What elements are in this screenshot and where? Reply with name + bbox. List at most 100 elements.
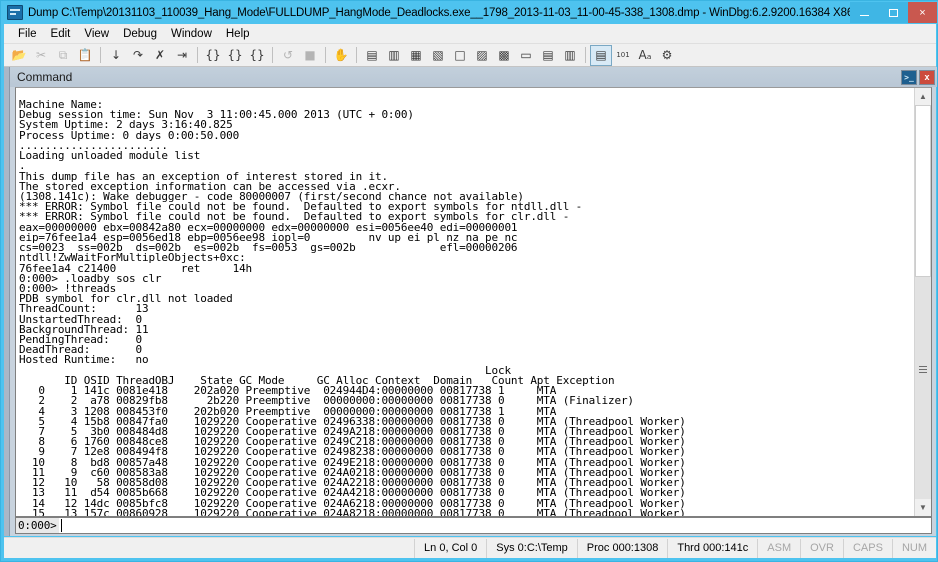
status-cell-ovr: OVR xyxy=(800,538,843,558)
menu-item-window[interactable]: Window xyxy=(164,26,219,42)
menu-item-view[interactable]: View xyxy=(77,26,116,42)
calls-window-icon[interactable]: ▨ xyxy=(471,45,493,66)
command-window-title-bar: Command >_ x xyxy=(10,67,937,87)
step-over-icon[interactable]: ↷ xyxy=(127,45,149,66)
console-vertical-scrollbar[interactable]: ▲ ▼ xyxy=(914,88,931,516)
command-window: Command >_ x Machine Name: Debug session… xyxy=(9,67,937,536)
source-mode-icon[interactable]: ▤ xyxy=(590,44,612,66)
toolbar-separator xyxy=(100,47,101,63)
status-cell-ln-0-col-0: Ln 0, Col 0 xyxy=(414,538,486,558)
step-over-icon-glyph: ↷ xyxy=(132,48,144,62)
copy-icon-glyph: ⧉ xyxy=(58,48,68,62)
menu-bar: File Edit View Debug Window Help xyxy=(4,24,936,44)
font-icon-glyph: Aₐ xyxy=(638,48,652,62)
status-cell-sys-0-c-temp: Sys 0:C:\Temp xyxy=(486,538,577,558)
locals-window-icon-glyph: ▦ xyxy=(410,48,422,62)
source-mode-icon-glyph: ▤ xyxy=(595,48,607,62)
step-out-icon[interactable]: ✗ xyxy=(149,45,171,66)
windbg-icon xyxy=(7,5,23,20)
menu-item-help[interactable]: Help xyxy=(219,26,257,42)
minimize-button[interactable] xyxy=(850,2,879,23)
options-icon[interactable]: ⚙ xyxy=(656,45,678,66)
open-dump-icon-glyph: 📂 xyxy=(11,48,27,62)
status-bar: Ln 0, Col 0 Sys 0:C:\Temp Proc 000:1308 Thr… xyxy=(4,537,936,558)
scratch-pad-icon[interactable]: ▭ xyxy=(515,45,537,66)
status-cell-thrd-000-141c: Thrd 000:141c xyxy=(667,538,757,558)
scrollbar-track[interactable] xyxy=(915,277,931,499)
command-input[interactable] xyxy=(60,519,931,532)
menu-item-file[interactable]: File xyxy=(11,26,44,42)
status-cell-num: NUM xyxy=(891,538,936,558)
toolbar: 📂 ✂ ⧉ 📋 ↓ ↷ ✗ ⇥ {} {} {} ↺ ■ ✋ ▤ ▥ ▦ ▧ □ ▨ ▩ ▭ ▤ ▥ ▤ 101 Aₐ ⚙ xyxy=(4,44,936,67)
go-unhandled-icon[interactable]: {} xyxy=(246,45,268,66)
locals-window-icon[interactable]: ▦ xyxy=(405,45,427,66)
watch-window-icon[interactable]: ▥ xyxy=(383,45,405,66)
command-prompt-row[interactable]: 0:000> xyxy=(15,517,932,534)
font-icon[interactable]: Aₐ xyxy=(634,45,656,66)
toolbar-separator xyxy=(585,47,586,63)
run-to-cursor-icon-glyph: ⇥ xyxy=(176,48,188,62)
registers-window-icon-glyph: ▧ xyxy=(432,48,444,62)
scrollbar-up-arrow-icon[interactable]: ▲ xyxy=(915,88,931,105)
scrollbar-down-arrow-icon[interactable]: ▼ xyxy=(915,499,931,516)
step-into-icon-glyph: ↓ xyxy=(110,48,122,62)
watch-window-icon-glyph: ▥ xyxy=(388,48,400,62)
options-icon-glyph: ⚙ xyxy=(661,48,673,62)
break-icon[interactable]: ✋ xyxy=(330,45,352,66)
restart-icon: ↺ xyxy=(277,45,299,66)
command-window-icon-glyph: ▤ xyxy=(366,48,378,62)
restart-icon-glyph: ↺ xyxy=(282,48,294,62)
toolbar-separator xyxy=(197,47,198,63)
mdi-client-area: Command >_ x Machine Name: Debug session… xyxy=(4,67,937,536)
go-handled-icon[interactable]: {} xyxy=(224,45,246,66)
calls-window-icon-glyph: ▨ xyxy=(476,48,488,62)
close-button[interactable]: × xyxy=(908,2,937,23)
cut-icon: ✂ xyxy=(30,45,52,66)
paste-icon[interactable]: 📋 xyxy=(74,45,96,66)
registers-window-icon[interactable]: ▧ xyxy=(427,45,449,66)
processes-window-icon-glyph: ▤ xyxy=(542,48,554,62)
window-title: Dump C:\Temp\20131103_110039_Hang_Mode\F… xyxy=(28,6,850,19)
caption-button-group: × xyxy=(850,2,937,23)
paste-icon-glyph: 📋 xyxy=(77,48,93,62)
scratch-pad-icon-glyph: ▭ xyxy=(520,48,532,62)
go-handled-icon-glyph: {} xyxy=(227,48,243,62)
toolbar-separator xyxy=(325,47,326,63)
go-icon[interactable]: {} xyxy=(202,45,224,66)
disassembly-window-icon[interactable]: ▩ xyxy=(493,45,515,66)
disassembly-window-icon-glyph: ▩ xyxy=(498,48,510,62)
go-unhandled-icon-glyph: {} xyxy=(249,48,265,62)
copy-icon: ⧉ xyxy=(52,45,74,66)
open-dump-icon[interactable]: 📂 xyxy=(8,45,30,66)
processes-window-icon[interactable]: ▤ xyxy=(537,45,559,66)
command-window-close-button[interactable]: x xyxy=(919,69,935,85)
scrollbar-thumb[interactable] xyxy=(915,105,931,277)
line-numbers-icon[interactable]: 101 xyxy=(612,45,634,66)
menu-item-debug[interactable]: Debug xyxy=(116,26,164,42)
prompt-label: 0:000> xyxy=(16,518,59,533)
title-bar: Dump C:\Temp\20131103_110039_Hang_Mode\F… xyxy=(1,1,938,24)
command-window-title: Command xyxy=(17,70,73,84)
status-cell-caps: CAPS xyxy=(842,538,892,558)
break-icon-glyph: ✋ xyxy=(333,48,349,62)
stop-debugging-icon: ■ xyxy=(299,45,321,66)
cut-icon-glyph: ✂ xyxy=(35,48,47,62)
line-numbers-icon-glyph: 101 xyxy=(616,50,630,59)
stop-debugging-icon-glyph: ■ xyxy=(304,48,316,62)
console-output-text: Machine Name: Debug session time: Sun No… xyxy=(19,98,686,517)
step-out-icon-glyph: ✗ xyxy=(154,48,166,62)
memory-window-icon[interactable]: □ xyxy=(449,45,471,66)
menu-item-edit[interactable]: Edit xyxy=(44,26,78,42)
scrollbar-grip-icon xyxy=(919,366,927,375)
console-output-area[interactable]: Machine Name: Debug session time: Sun No… xyxy=(15,87,932,517)
step-into-icon[interactable]: ↓ xyxy=(105,45,127,66)
maximize-button[interactable] xyxy=(879,2,908,23)
toolbar-separator xyxy=(356,47,357,63)
source-window-icon[interactable]: ▥ xyxy=(559,45,581,66)
source-window-icon-glyph: ▥ xyxy=(564,48,576,62)
memory-window-icon-glyph: □ xyxy=(454,48,466,62)
run-to-cursor-icon[interactable]: ⇥ xyxy=(171,45,193,66)
status-cell-asm: ASM xyxy=(757,538,800,558)
command-window-restore-button[interactable]: >_ xyxy=(901,69,917,85)
command-window-icon[interactable]: ▤ xyxy=(361,45,383,66)
